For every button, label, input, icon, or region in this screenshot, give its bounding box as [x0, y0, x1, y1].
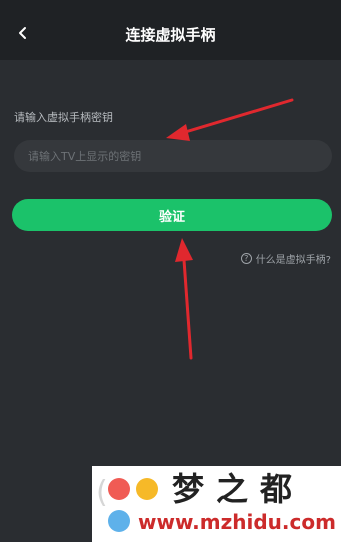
help-link-label: 什么是虚拟手柄? [255, 255, 331, 266]
watermark-title: 梦之都 [172, 470, 305, 508]
watermark-bracket: ( [96, 475, 108, 510]
watermark-logo-dot-yellow [136, 478, 158, 500]
key-input[interactable] [14, 140, 332, 172]
question-circle-icon: ? [240, 253, 252, 264]
back-button[interactable] [8, 18, 38, 48]
watermark: ( 梦之都 www.mzhidu.com [92, 466, 341, 542]
status-bar [0, 0, 341, 8]
annotation-arrows [166, 98, 294, 360]
arrow-to-input [166, 98, 294, 141]
watermark-logo-dot-blue [108, 510, 130, 532]
what-is-virtual-gamepad-link[interactable]: ? 什么是虚拟手柄? [240, 251, 331, 266]
page-title: 连接虚拟手柄 [125, 25, 216, 44]
watermark-url: www.mzhidu.com [138, 510, 336, 534]
key-section-label: 请输入虚拟手柄密钥 [14, 111, 113, 124]
verify-button[interactable]: 验证 [12, 199, 332, 231]
top-navigation-bar: 连接虚拟手柄 [0, 8, 341, 60]
chevron-left-icon [19, 27, 26, 39]
watermark-logo-dot-red [108, 478, 130, 500]
arrow-to-verify-button [175, 238, 193, 360]
